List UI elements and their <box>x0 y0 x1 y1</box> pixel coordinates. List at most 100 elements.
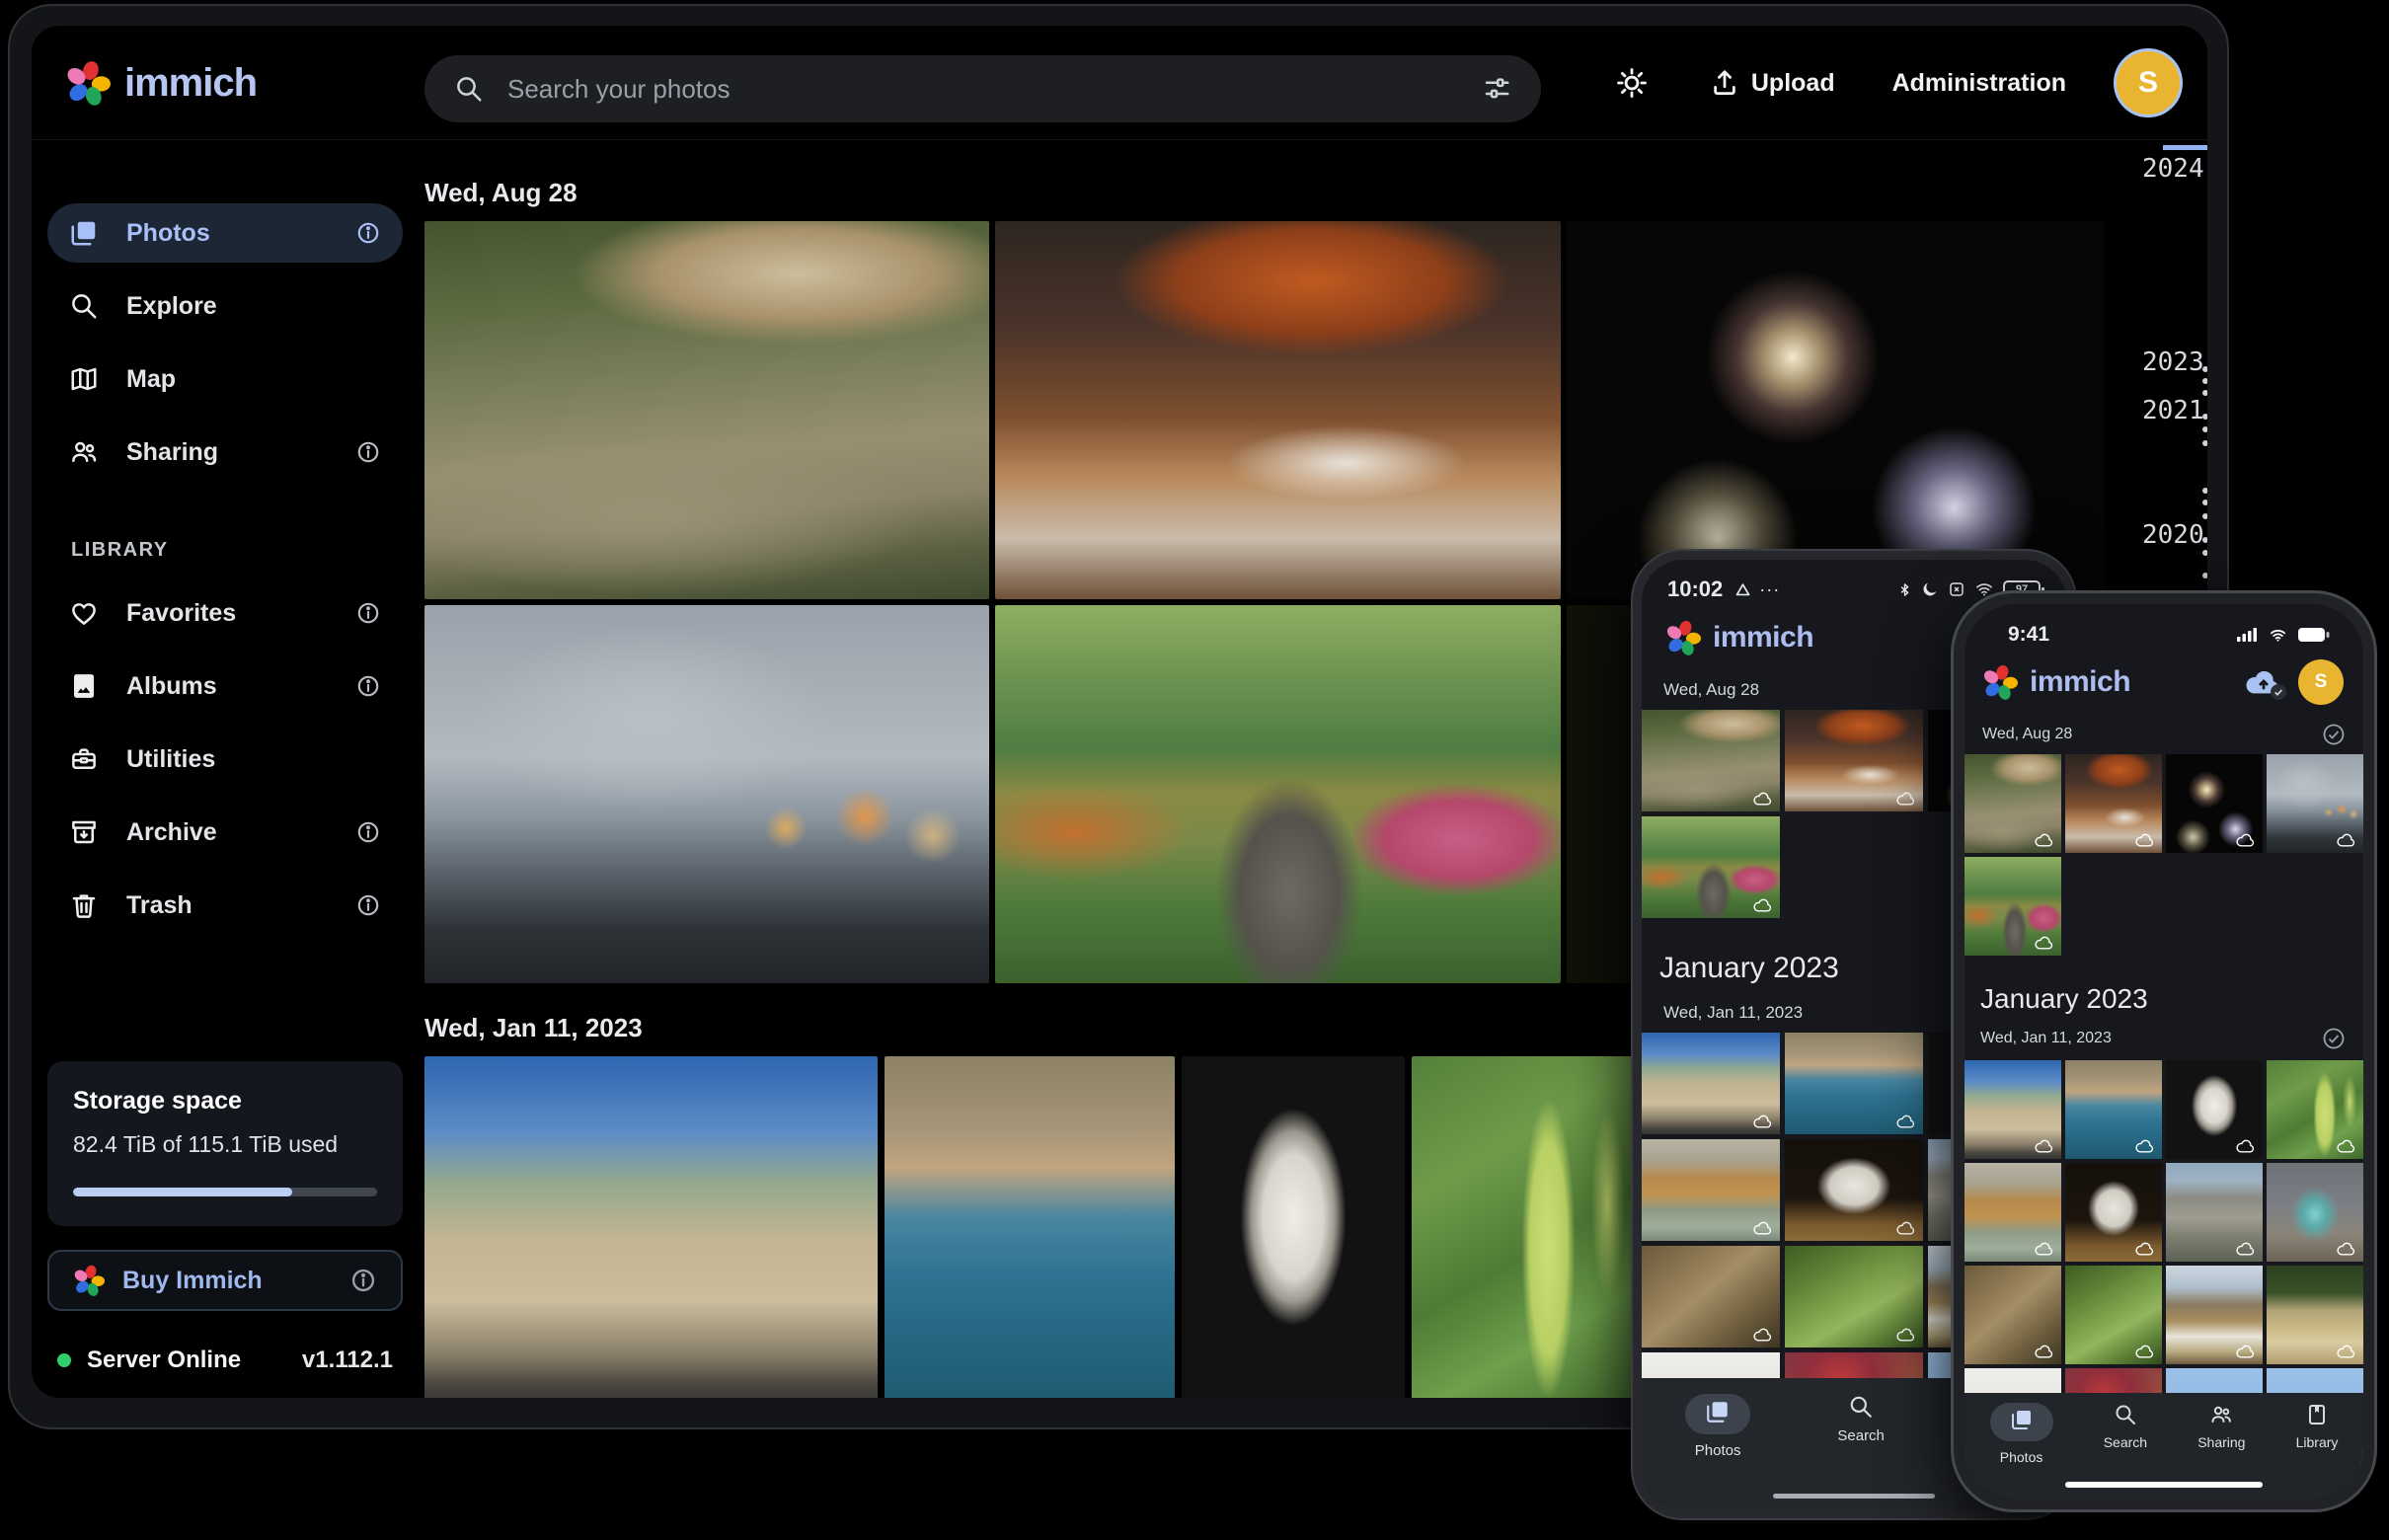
timeline-year-2023[interactable]: 2023 <box>2142 347 2204 377</box>
thumb-beach-cliff[interactable] <box>1965 1163 2061 1262</box>
thumb-green-berries[interactable] <box>2267 1060 2363 1159</box>
photo-autumn-park-path[interactable] <box>995 605 1561 983</box>
timeline-tick <box>2202 488 2207 494</box>
thumb-fortress[interactable] <box>1965 1060 2061 1159</box>
photos-icon <box>69 218 99 248</box>
sidebar-item-albums[interactable]: Albums <box>47 656 403 716</box>
nav-item-photos[interactable]: Photos <box>1990 1403 2053 1465</box>
sidebar-item-explore[interactable]: Explore <box>47 276 403 336</box>
thumb-ornate-centerpiece[interactable] <box>2267 1163 2363 1262</box>
timeline-scroll-indicator[interactable] <box>2163 145 2207 150</box>
thumb-alpine-village[interactable] <box>2267 1266 2363 1364</box>
user-avatar[interactable]: S <box>2114 48 2183 117</box>
info-icon[interactable] <box>355 892 381 918</box>
thumb-lizard[interactable] <box>1642 1246 1780 1348</box>
thumb-dinner[interactable] <box>1785 710 1923 811</box>
nav-item-search[interactable]: Search <box>2104 1403 2147 1450</box>
info-icon[interactable] <box>349 1267 377 1294</box>
thumb-zoo[interactable] <box>1965 754 2061 853</box>
thumb-fireworks[interactable] <box>2166 754 2263 853</box>
info-icon[interactable] <box>355 819 381 845</box>
sidebar-label: Trash <box>126 891 355 920</box>
nav-label: Search <box>1837 1427 1885 1444</box>
immich-logo[interactable]: immich <box>65 26 257 140</box>
photo-zoo-monkeys[interactable] <box>424 221 989 599</box>
info-icon[interactable] <box>355 439 381 465</box>
photo-dinner-table[interactable] <box>995 221 1561 599</box>
date-header-jan11: Wed, Jan 11, 2023 <box>424 1013 643 1043</box>
photo-fireworks[interactable] <box>1567 221 2105 599</box>
backup-cloud-icon[interactable] <box>2243 666 2284 698</box>
date-row-jan11: Wed, Jan 11, 2023 <box>1965 1021 2363 1060</box>
theme-toggle-button[interactable] <box>1615 66 1649 100</box>
photo-fortress-walls[interactable] <box>424 1056 878 1398</box>
ios-status-bar: 9:41 <box>1965 604 2363 650</box>
buy-immich-button[interactable]: Buy Immich <box>47 1250 403 1311</box>
avatar-initial: S <box>2315 671 2328 693</box>
nav-item-sharing[interactable]: Sharing <box>2197 1403 2245 1450</box>
thumb-fortress[interactable] <box>1642 1033 1780 1134</box>
heart-icon <box>69 598 99 628</box>
thumb-beach-cliff[interactable] <box>1642 1139 1780 1241</box>
nav-item-photos[interactable]: Photos <box>1685 1394 1750 1459</box>
thumb-coastal-fort[interactable] <box>1785 1033 1923 1134</box>
search-icon <box>1848 1394 1874 1420</box>
user-avatar[interactable]: S <box>2298 659 2344 705</box>
info-icon[interactable] <box>355 220 381 246</box>
timeline-year-2024[interactable]: 2024 <box>2142 154 2204 184</box>
thumb-sculpture[interactable] <box>1785 1139 1923 1241</box>
trash-icon <box>69 890 99 920</box>
thumb-autumn-path[interactable] <box>1642 816 1780 918</box>
home-indicator <box>2065 1482 2263 1488</box>
sidebar-item-trash[interactable]: Trash <box>47 876 403 935</box>
thumb-ruined-wall[interactable] <box>2166 1163 2263 1262</box>
sidebar-item-favorites[interactable]: Favorites <box>47 583 403 643</box>
photo-green-berries[interactable] <box>1412 1056 1640 1398</box>
thumb-wooden-church[interactable] <box>2166 1266 2263 1364</box>
search-placeholder: Search your photos <box>507 74 1458 105</box>
nav-item-library[interactable]: Library <box>2296 1403 2339 1450</box>
search-icon <box>454 74 484 104</box>
sidebar-item-utilities[interactable]: Utilities <box>47 730 403 789</box>
nav-label: Photos <box>2000 1449 2043 1465</box>
upload-button[interactable]: Upload <box>1710 68 1835 98</box>
thumb-autumn-path[interactable] <box>1965 857 2061 956</box>
timeline-tick <box>2202 390 2207 396</box>
photo-marble-bust[interactable] <box>1182 1056 1405 1398</box>
nav-item-search[interactable]: Search <box>1837 1394 1885 1444</box>
thumb-lizard-moss[interactable] <box>1785 1246 1923 1348</box>
wifi-icon <box>2268 627 2288 644</box>
sidebar-label: Favorites <box>126 599 355 628</box>
sidebar-item-archive[interactable]: Archive <box>47 803 403 862</box>
photo-holding-hands[interactable] <box>424 605 989 983</box>
thumb-marble-bust[interactable] <box>2166 1060 2263 1159</box>
search-filter-icon[interactable] <box>1482 74 1511 104</box>
info-icon[interactable] <box>355 673 381 699</box>
select-all-check-icon[interactable] <box>2322 723 2346 746</box>
administration-link[interactable]: Administration <box>1892 69 2066 98</box>
photo-coastal-fort[interactable] <box>885 1056 1175 1398</box>
sidebar-label: Map <box>126 365 381 394</box>
timeline-year-2021[interactable]: 2021 <box>2142 396 2204 425</box>
timeline-year-2020[interactable]: 2020 <box>2142 520 2204 550</box>
timeline-tick <box>2202 573 2207 578</box>
thumb-holding-hands[interactable] <box>2267 754 2363 853</box>
thumb-sculpture[interactable] <box>2065 1163 2162 1262</box>
toolbox-icon <box>69 744 99 774</box>
info-icon[interactable] <box>355 600 381 626</box>
timeline-tick <box>2202 426 2207 432</box>
sidebar-item-sharing[interactable]: Sharing <box>47 423 403 482</box>
thumb-lizard-moss[interactable] <box>2065 1266 2162 1364</box>
thumb-zoo[interactable] <box>1642 710 1780 811</box>
thumb-lizard[interactable] <box>1965 1266 2061 1364</box>
sim-missing-icon <box>1948 580 1965 598</box>
sidebar-label: Albums <box>126 672 355 701</box>
sidebar-item-map[interactable]: Map <box>47 349 403 409</box>
server-online-dot <box>57 1353 71 1367</box>
sidebar-item-photos[interactable]: Photos <box>47 203 403 263</box>
select-all-check-icon[interactable] <box>2322 1027 2346 1050</box>
search-bar[interactable]: Search your photos <box>424 55 1541 122</box>
thumb-dinner[interactable] <box>2065 754 2162 853</box>
photos-icon <box>2010 1408 2034 1431</box>
thumb-coastal-fort[interactable] <box>2065 1060 2162 1159</box>
